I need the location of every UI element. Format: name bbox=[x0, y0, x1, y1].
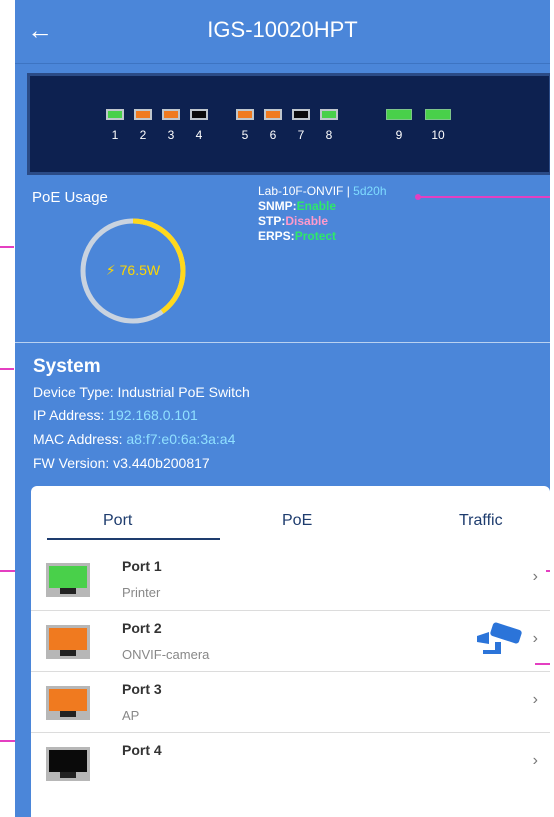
stp-status: Disable bbox=[285, 214, 329, 228]
security-camera-icon bbox=[477, 622, 522, 654]
uptime: 5d20h bbox=[353, 184, 387, 198]
callout-status-dot bbox=[415, 194, 421, 200]
poe-usage-label: PoE Usage bbox=[32, 189, 108, 206]
fw-version: FW Version: v3.440b200817 bbox=[33, 455, 210, 471]
chevron-right-icon: › bbox=[532, 630, 538, 647]
port-description: ONVIF-camera bbox=[122, 647, 210, 662]
lightning-icon: ⚡ bbox=[105, 262, 116, 278]
sfp-port-led-10: 10 bbox=[425, 109, 451, 142]
switch-port-led-3: 3 bbox=[162, 109, 180, 142]
switch-port-led-4: 4 bbox=[190, 109, 208, 142]
callout-poe-usage bbox=[0, 246, 14, 248]
app-header: ← IGS-10020HPT bbox=[15, 0, 550, 64]
tab-poe[interactable]: PoE bbox=[282, 512, 312, 530]
tab-traffic[interactable]: Traffic bbox=[459, 512, 503, 530]
port-name: Port 2 bbox=[122, 620, 162, 636]
port-row[interactable]: Port 3 AP › bbox=[31, 671, 550, 732]
port-description: Printer bbox=[122, 585, 161, 600]
tab-port[interactable]: Port bbox=[103, 512, 132, 530]
divider bbox=[15, 342, 550, 343]
device-type: Device Type: Industrial PoE Switch bbox=[33, 384, 250, 400]
callout-system bbox=[0, 368, 14, 370]
port-name: Port 4 bbox=[122, 742, 162, 758]
sfp-port-led-9: 9 bbox=[386, 109, 412, 142]
callout-status bbox=[417, 196, 550, 198]
switch-port-led-6: 6 bbox=[264, 109, 282, 142]
callout-camera bbox=[535, 663, 550, 665]
chevron-right-icon: › bbox=[532, 568, 538, 585]
ethernet-port-icon bbox=[46, 563, 90, 597]
device-status: Lab-10F-ONVIF | 5d20h SNMP:Enable STP:Di… bbox=[258, 184, 387, 243]
app-screen: ← IGS-10020HPT 12345678 9 10 PoE Usage ⚡ … bbox=[15, 0, 550, 817]
page-title: IGS-10020HPT bbox=[207, 17, 358, 42]
port-row[interactable]: Port 2 ONVIF-camera › bbox=[31, 610, 550, 671]
snmp-status: Enable bbox=[296, 199, 337, 213]
ethernet-port-icon bbox=[46, 625, 90, 659]
mac-address: MAC Address: a8:f7:e0:6a:3a:a4 bbox=[33, 431, 236, 447]
system-title: System bbox=[33, 356, 101, 377]
ports-card: Port PoE Traffic Port 1 Printer › Port 2 ONV… bbox=[31, 486, 550, 817]
switch-port-led-7: 7 bbox=[292, 109, 310, 142]
switch-panel: 12345678 9 10 bbox=[27, 73, 550, 175]
erps-status: Protect bbox=[294, 229, 337, 243]
port-row[interactable]: Port 4 › bbox=[31, 732, 550, 793]
switch-port-led-5: 5 bbox=[236, 109, 254, 142]
switch-port-led-2: 2 bbox=[134, 109, 152, 142]
tab-active-indicator bbox=[47, 538, 220, 540]
switch-port-led-1: 1 bbox=[106, 109, 124, 142]
chevron-right-icon: › bbox=[532, 752, 538, 769]
ethernet-port-icon bbox=[46, 747, 90, 781]
callout-chevron bbox=[546, 570, 550, 572]
port-name: Port 1 bbox=[122, 558, 162, 574]
port-name: Port 3 bbox=[122, 681, 162, 697]
ip-address: IP Address: 192.168.0.101 bbox=[33, 407, 198, 423]
chevron-right-icon: › bbox=[532, 691, 538, 708]
ethernet-port-icon bbox=[46, 686, 90, 720]
device-name: Lab-10F-ONVIF bbox=[258, 184, 344, 198]
switch-port-led-8: 8 bbox=[320, 109, 338, 142]
poe-usage-value: ⚡ 76.5W bbox=[105, 262, 161, 278]
port-description: AP bbox=[122, 708, 140, 723]
port-row[interactable]: Port 1 Printer › bbox=[31, 549, 550, 609]
